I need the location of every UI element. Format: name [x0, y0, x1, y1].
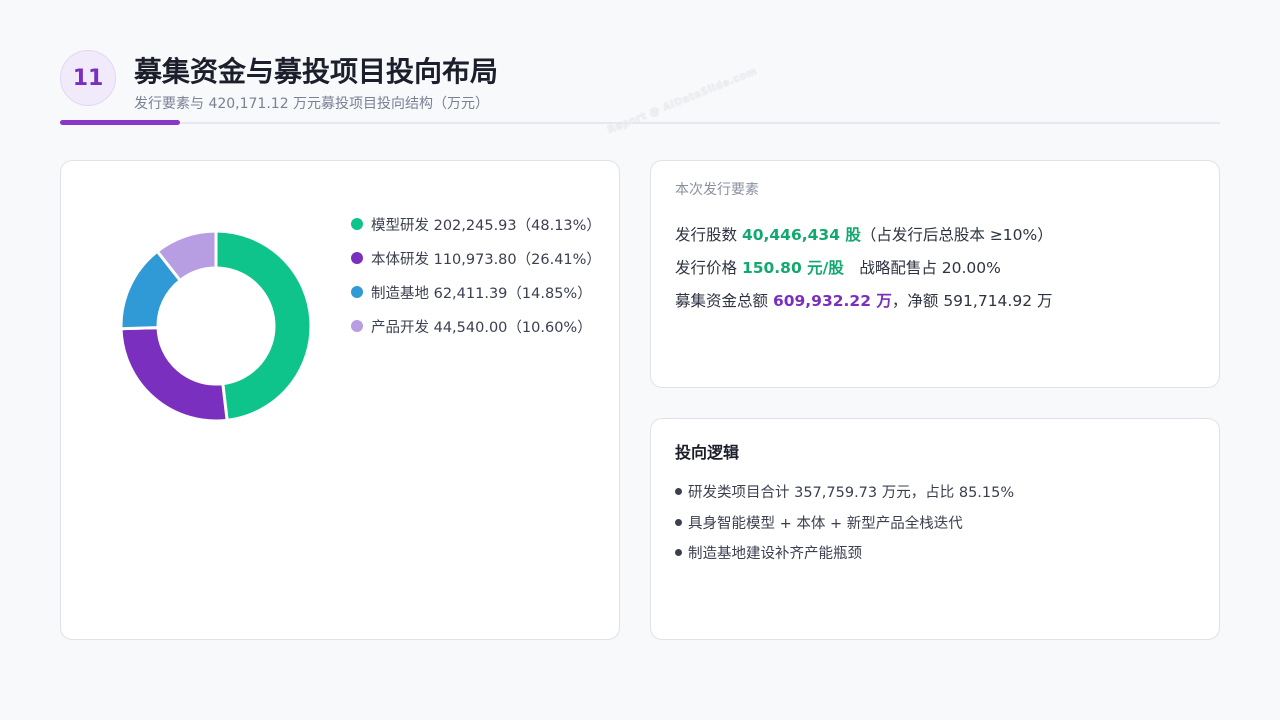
logic-item: 具身智能模型 + 本体 + 新型产品全栈迭代: [675, 512, 963, 533]
net-note: ，净额 591,714.92 万: [891, 292, 1053, 310]
bullet-icon: [675, 519, 682, 526]
legend-item: 制造基地 62,411.39（14.85%）: [351, 275, 601, 309]
logic-item: 研发类项目合计 357,759.73 万元，占比 85.15%: [675, 481, 1014, 502]
legend-label: 制造基地 62,411.39（14.85%）: [371, 285, 592, 302]
page-title: 募集资金与募投项目投向布局: [134, 55, 499, 88]
donut-slice-2: [119, 326, 229, 423]
chart-legend: 模型研发 202,245.93（48.13%） 本体研发 110,973.80（2…: [351, 207, 601, 343]
donut-chart: [119, 229, 313, 423]
logic-item-text: 制造基地建设补齐产能瓶颈: [688, 546, 862, 562]
price-value: 150.80 元/股: [741, 259, 844, 277]
legend-marker: [351, 218, 363, 230]
shares-line: 发行股数 40,446,434 股（占发行后总股本 ≥10%）: [675, 223, 1053, 245]
legend-label: 模型研发 202,245.93（48.13%）: [371, 217, 601, 234]
page-subtitle: 发行要素与 420,171.12 万元募投项目投向结构（万元）: [134, 96, 490, 112]
logic-title: 投向逻辑: [675, 443, 740, 462]
issue-card-label: 本次发行要素: [675, 182, 759, 198]
price-label: 发行价格: [675, 259, 742, 277]
legend-marker: [351, 286, 363, 298]
logic-item: 制造基地建设补齐产能瓶颈: [675, 542, 862, 563]
total-line: 募集资金总额 609,932.22 万，净额 591,714.92 万: [675, 289, 1053, 311]
legend-item: 模型研发 202,245.93（48.13%）: [351, 207, 601, 241]
legend-item: 产品开发 44,540.00（10.60%）: [351, 309, 601, 343]
issue-elements-card: 本次发行要素 发行股数 40,446,434 股（占发行后总股本 ≥10%） 发…: [650, 160, 1220, 388]
header-accent-bar: [60, 120, 180, 125]
investment-logic-card: 投向逻辑 研发类项目合计 357,759.73 万元，占比 85.15% 具身智…: [650, 418, 1220, 640]
page-number-badge: 11: [60, 50, 116, 106]
legend-item: 本体研发 110,973.80（26.41%）: [351, 241, 601, 275]
legend-marker: [351, 252, 363, 264]
placement-note: 战略配售占 20.00%: [843, 259, 1001, 277]
shares-label: 发行股数: [675, 226, 742, 244]
total-value: 609,932.22 万: [772, 292, 892, 310]
shares-value: 40,446,434 股: [741, 226, 861, 244]
shares-note: （占发行后总股本 ≥10%）: [860, 226, 1053, 244]
chart-card: 模型研发 202,245.93（48.13%） 本体研发 110,973.80（2…: [60, 160, 620, 640]
logic-item-text: 具身智能模型 + 本体 + 新型产品全栈迭代: [688, 516, 963, 532]
legend-label: 本体研发 110,973.80（26.41%）: [371, 251, 601, 268]
bullet-icon: [675, 549, 682, 556]
legend-label: 产品开发 44,540.00（10.60%）: [371, 319, 592, 336]
total-label: 募集资金总额: [675, 292, 773, 310]
legend-marker: [351, 320, 363, 332]
donut-slice-1: [214, 229, 313, 423]
price-line: 发行价格 150.80 元/股 战略配售占 20.00%: [675, 256, 1001, 278]
bullet-icon: [675, 488, 682, 495]
logic-item-text: 研发类项目合计 357,759.73 万元，占比 85.15%: [688, 485, 1015, 501]
